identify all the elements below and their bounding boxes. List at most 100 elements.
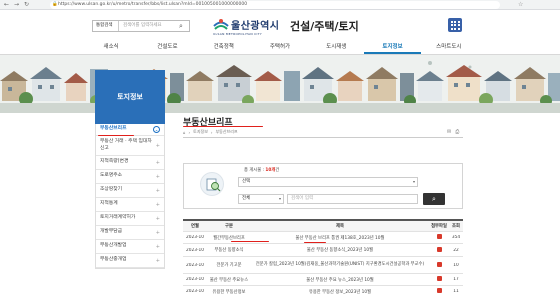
home-icon[interactable]: ⌂ bbox=[183, 130, 186, 135]
search-scope-select[interactable]: 통합검색 bbox=[93, 21, 119, 31]
row-date: 2023-10 bbox=[186, 262, 204, 268]
row-views: 354 bbox=[451, 235, 461, 240]
search-button[interactable]: ⌕ bbox=[423, 193, 445, 205]
sidebar-item-label: 개발부담금 bbox=[100, 229, 123, 235]
city-emblem-icon bbox=[213, 19, 229, 30]
plus-icon: + bbox=[155, 229, 160, 236]
gnb-item-urban-regeneration[interactable]: 도시재생 bbox=[308, 40, 364, 54]
sidebar-item-label: 부동산개발업 bbox=[100, 243, 127, 249]
back-icon[interactable]: ← bbox=[4, 1, 9, 9]
row-title-link[interactable]: 울산 부동산 동향소식_2023년 10월 bbox=[251, 247, 429, 253]
sidebar-item-road-address[interactable]: 도로명주소 + bbox=[96, 170, 164, 184]
sidebar-item-label: 도로명주소 bbox=[100, 173, 123, 179]
annotation-underline bbox=[98, 135, 134, 136]
category-select[interactable]: 선택 ▾ bbox=[238, 177, 418, 187]
search-input[interactable]: 검색어를 입력하세요 bbox=[120, 21, 178, 31]
column-header: 연월 bbox=[191, 224, 199, 229]
title-divider bbox=[183, 137, 463, 138]
sidebar-item-ancestor-land[interactable]: 조상땅찾기 + bbox=[96, 184, 164, 198]
magnifier-document-icon bbox=[200, 172, 224, 196]
row-category: 유용한 부동산정보 bbox=[212, 289, 246, 295]
table-row[interactable]: 2023-10 부동산 동향소식 울산 부동산 동향소식_2023년 10월 2… bbox=[183, 244, 463, 257]
table-row[interactable]: 2023-10 유용한 부동산정보 유용한 부동산 정보_2023년 10월 1… bbox=[183, 286, 463, 297]
sidebar-menu: 부동산브리프 ⌄ 부동산 거래 · 주택 임대차 신고 + 지적측량(변경 + … bbox=[95, 124, 165, 269]
top-banner bbox=[0, 55, 560, 113]
plus-icon: + bbox=[155, 187, 160, 194]
row-views: 22 bbox=[453, 247, 459, 253]
gnb-item-construction-roads[interactable]: 건설도로 bbox=[139, 40, 195, 54]
row-title-link[interactable]: 전문가 칼럼_2023년 10월(김재웅_울산과학기술원(UNIST) 지구환경… bbox=[251, 261, 429, 269]
board-table: 연월 구분 제목 첨부파일 조회 2023-10 월간부동산브리프 울산 부동산… bbox=[183, 219, 463, 297]
sidebar-title: 토지정보 bbox=[95, 70, 165, 124]
forward-icon[interactable]: → bbox=[14, 1, 19, 9]
gnb-item-land-info[interactable]: 토지정보 bbox=[364, 40, 421, 54]
gnb-item-news[interactable]: 새소식 bbox=[83, 40, 139, 54]
sidebar-item-cadastral-stats[interactable]: 지적통계 + bbox=[96, 198, 164, 212]
row-title-link[interactable]: 울산 부동산 브리프 통권 제138호_2023년 10월 bbox=[251, 235, 429, 241]
sidebar-item-label: 부동산 거래 · 주택 임대차 신고 bbox=[100, 139, 152, 151]
attachment-file-icon[interactable] bbox=[436, 261, 442, 267]
breadcrumb-separator-icon: › bbox=[210, 129, 213, 135]
gnb-item-housing-permit[interactable]: 주택허가 bbox=[252, 40, 308, 54]
attachment-file-icon[interactable] bbox=[436, 246, 442, 252]
row-title-link[interactable]: 울산 부동산 주요 뉴스_2023년 10월 bbox=[251, 277, 429, 283]
row-views: 10 bbox=[453, 262, 459, 268]
sidebar-item-land-contract-permit[interactable]: 토지거래계약허가 + bbox=[96, 212, 164, 226]
sidebar-item-real-estate-development[interactable]: 부동산개발업 + bbox=[96, 240, 164, 254]
gnb-item-building-policy[interactable]: 건축정책 bbox=[196, 40, 252, 54]
breadcrumb: ⌂ › 토지정보 › 부동산브리프 bbox=[183, 129, 238, 135]
browser-toolbar: ← → ↻ 🔒 https://www.ulsan.go.kr/u/metro/… bbox=[0, 0, 560, 10]
row-views: 17 bbox=[453, 277, 459, 282]
all-menu-icon[interactable] bbox=[448, 18, 462, 32]
chevron-down-icon: ▾ bbox=[278, 196, 281, 201]
sidebar-item-cadastral-survey[interactable]: 지적측량(변경 + bbox=[96, 156, 164, 170]
annotation-underline bbox=[183, 126, 263, 127]
url-text: https://www.ulsan.go.kr/u/metro/transfer… bbox=[58, 2, 248, 7]
search-icon[interactable]: ⌕ bbox=[179, 22, 183, 30]
attachment-file-icon[interactable] bbox=[436, 234, 442, 239]
sidebar-item-real-estate-brokerage[interactable]: 부동산중개업 + bbox=[96, 254, 164, 268]
row-category: 부동산 동향소식 bbox=[214, 248, 244, 253]
sidebar-item-transaction-report[interactable]: 부동산 거래 · 주택 임대차 신고 + bbox=[96, 136, 164, 156]
plus-icon: + bbox=[155, 201, 160, 208]
attachment-file-icon[interactable] bbox=[436, 276, 442, 281]
row-category: 월간부동산브리프 bbox=[213, 235, 245, 241]
site-title[interactable]: 건설/주택/토지 bbox=[290, 18, 359, 34]
column-header: 구분 bbox=[225, 224, 233, 229]
row-views: 11 bbox=[453, 289, 459, 294]
row-category: 울산 부동산 주요뉴스 bbox=[209, 277, 249, 283]
logo-english: ULSAN METROPOLITAN CITY bbox=[213, 32, 262, 36]
print-icon[interactable]: ⎙ bbox=[455, 129, 459, 135]
page-tools: ✉ ⎙ bbox=[447, 129, 459, 135]
chevron-down-icon: ▾ bbox=[412, 179, 415, 184]
column-header: 제목 bbox=[336, 224, 344, 229]
chevron-down-icon: ⌄ bbox=[153, 126, 160, 133]
sidebar-item-development-charge[interactable]: 개발부담금 + bbox=[96, 226, 164, 240]
plus-icon: + bbox=[155, 215, 160, 222]
table-row[interactable]: 2023-10 울산 부동산 주요뉴스 울산 부동산 주요 뉴스_2023년 1… bbox=[183, 274, 463, 286]
table-row[interactable]: 2023-10 전문가 기고문 전문가 칼럼_2023년 10월(김재웅_울산과… bbox=[183, 257, 463, 274]
share-icon[interactable]: ✉ bbox=[447, 129, 451, 135]
site-header: 통합검색 검색어를 입력하세요 ⌕ 울산광역시 ULSAN METROPOLIT… bbox=[0, 10, 560, 40]
plus-icon: + bbox=[155, 257, 160, 264]
address-bar[interactable]: 🔒 https://www.ulsan.go.kr/u/metro/transf… bbox=[50, 1, 500, 9]
refresh-icon[interactable]: ↻ bbox=[24, 1, 29, 9]
row-date: 2023-10 bbox=[186, 235, 204, 240]
breadcrumb-item[interactable]: 부동산브리프 bbox=[216, 129, 238, 135]
table-header: 연월 구분 제목 첨부파일 조회 bbox=[183, 221, 463, 232]
sidebar-item-label: 토지거래계약허가 bbox=[100, 215, 136, 221]
plus-icon: + bbox=[155, 142, 160, 149]
annotation-underline bbox=[304, 242, 326, 243]
gnb-item-smart-city[interactable]: 스마트도시 bbox=[421, 40, 477, 54]
sidebar-item-label: 조상땅찾기 bbox=[100, 187, 123, 193]
row-category: 전문가 기고문 bbox=[216, 263, 242, 268]
city-logo[interactable]: 울산광역시 ULSAN METROPOLITAN CITY bbox=[213, 16, 285, 36]
keyword-input[interactable]: 검색어 입력 bbox=[287, 194, 418, 204]
field-select[interactable]: 전체 ▾ bbox=[238, 194, 284, 204]
sidebar-item-label: 부동산중개업 bbox=[100, 257, 127, 263]
global-nav: 새소식 건설도로 건축정책 주택허가 도시재생 토지정보 스마트도시 bbox=[83, 40, 477, 54]
row-title-link[interactable]: 유용한 부동산 정보_2023년 10월 bbox=[251, 289, 429, 295]
breadcrumb-item[interactable]: 토지정보 bbox=[193, 129, 208, 135]
bookmark-star-icon[interactable]: ☆ bbox=[518, 1, 523, 9]
attachment-file-icon[interactable] bbox=[436, 288, 442, 293]
